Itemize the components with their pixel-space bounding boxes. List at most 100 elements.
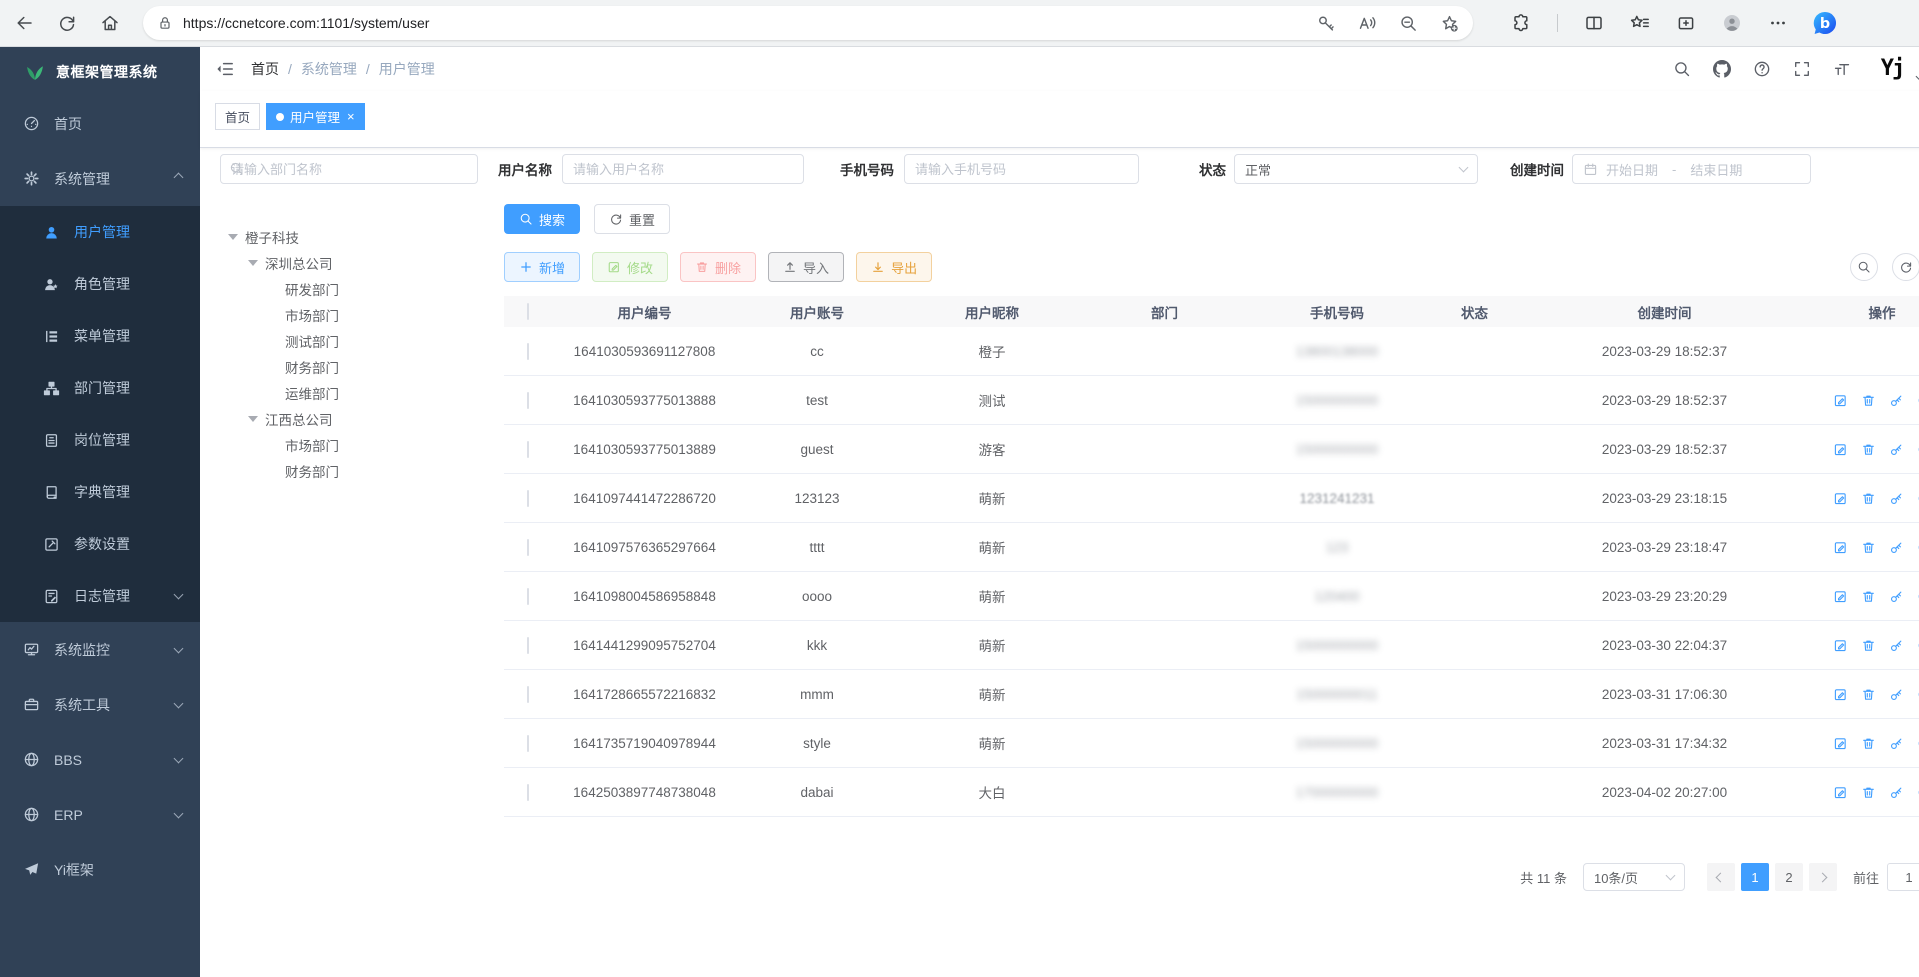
password-icon[interactable] <box>1317 14 1336 33</box>
delete-icon[interactable] <box>1861 638 1876 653</box>
address-bar[interactable]: https://ccnetcore.com:1101/system/user <box>143 6 1473 40</box>
reset-password-icon[interactable] <box>1889 442 1904 457</box>
goto-page-input[interactable] <box>1887 863 1919 891</box>
browser-home-icon[interactable] <box>100 13 120 33</box>
row-checkbox[interactable] <box>527 686 529 703</box>
split-screen-icon[interactable] <box>1584 13 1604 33</box>
user-avatar[interactable]: Yj <box>1877 54 1907 84</box>
tree-node[interactable]: 江西总公司 <box>220 406 482 432</box>
search-button[interactable]: 搜索 <box>504 204 580 234</box>
tab-home[interactable]: 首页 <box>215 103 260 130</box>
edit-icon[interactable] <box>1833 393 1848 408</box>
reset-password-icon[interactable] <box>1889 491 1904 506</box>
tree-node[interactable]: 测试部门 <box>220 328 482 354</box>
import-button[interactable]: 导入 <box>768 252 844 282</box>
phone-input[interactable] <box>904 154 1139 184</box>
reset-password-icon[interactable] <box>1889 785 1904 800</box>
sidebar-item-log[interactable]: 日志管理 <box>0 570 200 622</box>
add-favorite-icon[interactable] <box>1440 14 1459 33</box>
reset-password-icon[interactable] <box>1889 589 1904 604</box>
delete-icon[interactable] <box>1861 540 1876 555</box>
reset-password-icon[interactable] <box>1889 736 1904 751</box>
avatar-dropdown-icon[interactable] <box>1916 71 1919 81</box>
delete-icon[interactable] <box>1861 442 1876 457</box>
row-checkbox[interactable] <box>527 392 529 409</box>
status-select[interactable]: 正常 <box>1234 154 1478 184</box>
edit-icon[interactable] <box>1833 589 1848 604</box>
zoom-out-icon[interactable] <box>1399 14 1418 33</box>
sidebar-item-home[interactable]: 首页 <box>0 96 200 151</box>
tree-expand-icon[interactable] <box>248 416 258 422</box>
dept-search-input[interactable] <box>220 154 478 184</box>
row-checkbox[interactable] <box>527 490 529 507</box>
tree-node[interactable]: 财务部门 <box>220 354 482 380</box>
add-button[interactable]: 新增 <box>504 252 580 282</box>
row-checkbox[interactable] <box>527 539 529 556</box>
sidebar-item-dict[interactable]: 字典管理 <box>0 466 200 518</box>
refresh-table-button[interactable] <box>1892 253 1919 281</box>
header-search-icon[interactable] <box>1673 60 1691 78</box>
sidebar-item-post[interactable]: 岗位管理 <box>0 414 200 466</box>
favorites-icon[interactable] <box>1630 13 1650 33</box>
sidebar-item-bbs[interactable]: BBS <box>0 732 200 787</box>
username-input[interactable] <box>562 154 804 184</box>
export-button[interactable]: 导出 <box>856 252 932 282</box>
font-size-icon[interactable] <box>1833 60 1851 78</box>
modify-button[interactable]: 修改 <box>592 252 668 282</box>
tab-user-management[interactable]: 用户管理× <box>266 103 365 130</box>
reset-password-icon[interactable] <box>1889 393 1904 408</box>
delete-button[interactable]: 删除 <box>680 252 756 282</box>
browser-menu-icon[interactable] <box>1768 13 1788 33</box>
sidebar-item-user[interactable]: 用户管理 <box>0 206 200 258</box>
row-checkbox[interactable] <box>527 441 529 458</box>
tree-node[interactable]: 深圳总公司 <box>220 250 482 276</box>
page-button-2[interactable]: 2 <box>1775 863 1803 891</box>
sidebar-item-yiframe[interactable]: Yi框架 <box>0 842 200 897</box>
edit-icon[interactable] <box>1833 785 1848 800</box>
browser-back-icon[interactable] <box>14 13 34 33</box>
page-button-1[interactable]: 1 <box>1741 863 1769 891</box>
edit-icon[interactable] <box>1833 687 1848 702</box>
delete-icon[interactable] <box>1861 393 1876 408</box>
sidebar-item-tool[interactable]: 系统工具 <box>0 677 200 732</box>
edit-icon[interactable] <box>1833 638 1848 653</box>
edit-icon[interactable] <box>1833 442 1848 457</box>
next-page-button[interactable] <box>1809 863 1837 891</box>
tree-node[interactable]: 市场部门 <box>220 302 482 328</box>
select-all-checkbox[interactable] <box>527 303 529 320</box>
reset-password-icon[interactable] <box>1889 638 1904 653</box>
reset-password-icon[interactable] <box>1889 540 1904 555</box>
github-icon[interactable] <box>1713 60 1731 78</box>
sidebar-item-menu[interactable]: 菜单管理 <box>0 310 200 362</box>
row-checkbox[interactable] <box>527 343 529 360</box>
tree-node[interactable]: 市场部门 <box>220 432 482 458</box>
toggle-search-button[interactable] <box>1850 253 1878 281</box>
sidebar-item-system[interactable]: 系统管理 <box>0 151 200 206</box>
delete-icon[interactable] <box>1861 736 1876 751</box>
tab-close-icon[interactable]: × <box>347 109 355 124</box>
delete-icon[interactable] <box>1861 687 1876 702</box>
fullscreen-icon[interactable] <box>1793 60 1811 78</box>
tree-node[interactable]: 橙子科技 <box>220 224 482 250</box>
help-icon[interactable] <box>1753 60 1771 78</box>
url-text[interactable]: https://ccnetcore.com:1101/system/user <box>183 15 1295 31</box>
bing-chat-icon[interactable]: b <box>1812 10 1838 36</box>
row-checkbox[interactable] <box>527 735 529 752</box>
tree-expand-icon[interactable] <box>248 260 258 266</box>
page-size-select[interactable]: 10条/页 <box>1583 863 1685 891</box>
extensions-icon[interactable] <box>1511 13 1531 33</box>
prev-page-button[interactable] <box>1707 863 1735 891</box>
breadcrumb-item[interactable]: 首页 <box>251 59 279 79</box>
browser-refresh-icon[interactable] <box>57 13 77 33</box>
edit-icon[interactable] <box>1833 491 1848 506</box>
delete-icon[interactable] <box>1861 785 1876 800</box>
tree-node[interactable]: 研发部门 <box>220 276 482 302</box>
edit-icon[interactable] <box>1833 736 1848 751</box>
read-aloud-icon[interactable] <box>1358 14 1377 33</box>
edit-icon[interactable] <box>1833 540 1848 555</box>
tree-node[interactable]: 运维部门 <box>220 380 482 406</box>
sidebar-item-erp[interactable]: ERP <box>0 787 200 842</box>
row-checkbox[interactable] <box>527 637 529 654</box>
sidebar-item-role[interactable]: 角色管理 <box>0 258 200 310</box>
sidebar-item-monitor[interactable]: 系统监控 <box>0 622 200 677</box>
